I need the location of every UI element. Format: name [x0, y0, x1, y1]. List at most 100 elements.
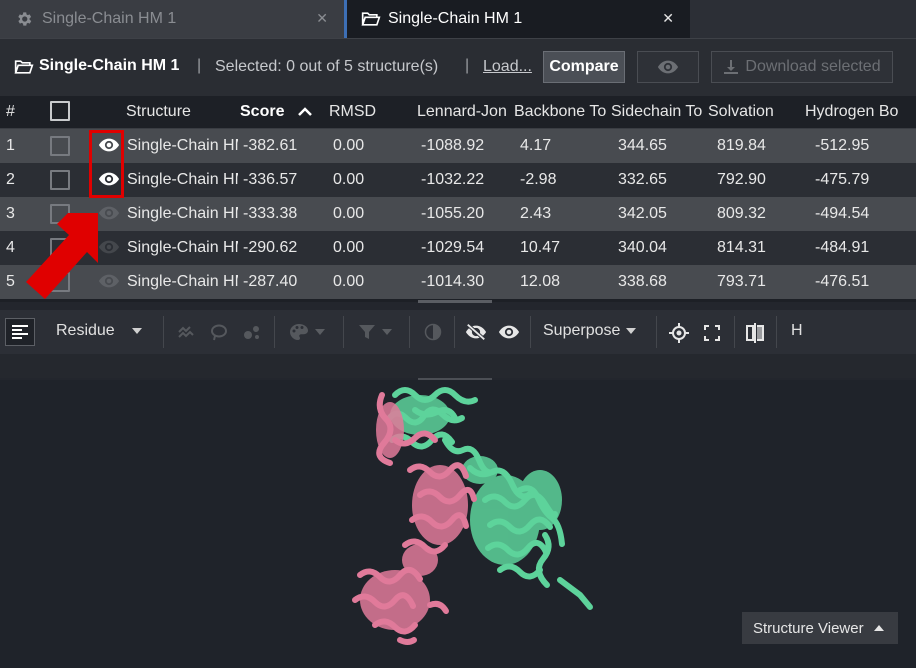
- rmsd-value: 0.00: [333, 171, 365, 188]
- show-selected-button[interactable]: [637, 51, 699, 83]
- chevron-up-icon: [873, 625, 884, 631]
- eye-icon: [657, 59, 679, 75]
- score-value: -287.40: [243, 273, 298, 290]
- structure-name: Single-Chain HM 1: [127, 239, 238, 256]
- backbone-torsion-value: 10.47: [520, 239, 561, 256]
- panel-toggle-button[interactable]: [5, 318, 35, 346]
- divider: [776, 316, 777, 348]
- column-header-hydrogen-bond[interactable]: Hydrogen Bo: [805, 103, 898, 121]
- tab-single-chain-hm-1-inactive[interactable]: Single-Chain HM 1 ✕: [0, 0, 344, 38]
- superpose-label: Superpose: [543, 322, 621, 339]
- solvation-value: 809.32: [717, 205, 766, 222]
- column-header-solvation[interactable]: Solvation: [708, 103, 774, 121]
- gear-icon: [15, 10, 33, 28]
- panel-resize-divider[interactable]: [0, 354, 916, 381]
- structure-name: Single-Chain HM 1: [127, 171, 238, 188]
- eye-icon[interactable]: [498, 324, 520, 340]
- divider: [454, 316, 455, 348]
- structure-name: Single-Chain HM 1: [127, 205, 238, 222]
- color-by-label: Residue: [56, 322, 115, 339]
- column-header-backbone-torsion[interactable]: Backbone To: [514, 103, 608, 121]
- select-all-checkbox[interactable]: [50, 101, 70, 121]
- table-row[interactable]: 4 Single-Chain HM 1 -290.62 0.00 -1029.5…: [0, 231, 916, 265]
- close-icon[interactable]: ✕: [316, 10, 328, 27]
- structure-viewer-button[interactable]: Structure Viewer: [742, 612, 898, 644]
- table-row[interactable]: 2 Single-Chain HM 1 -336.57 0.00 -1032.2…: [0, 163, 916, 197]
- hydrogens-toggle[interactable]: H: [791, 322, 803, 340]
- structure-viewer[interactable]: Structure Viewer: [0, 380, 916, 668]
- results-table: # Structure Score RMSD Lennard-Jon Backb…: [0, 96, 916, 302]
- compare-button[interactable]: Compare: [543, 51, 625, 83]
- rmsd-value: 0.00: [333, 273, 365, 290]
- close-icon[interactable]: ✕: [662, 10, 674, 27]
- row-index: 1: [6, 137, 15, 154]
- chevron-down-icon: [315, 329, 325, 335]
- folder-open-icon: [14, 58, 34, 76]
- annotation-arrow: [26, 213, 98, 299]
- folder-open-icon: [361, 10, 381, 28]
- fullscreen-icon[interactable]: [704, 325, 720, 341]
- solvation-value: 819.84: [717, 137, 766, 154]
- row-checkbox[interactable]: [50, 170, 70, 190]
- hydrogen-bond-value: -484.91: [815, 239, 870, 256]
- tab-single-chain-hm-1-active[interactable]: Single-Chain HM 1 ✕: [344, 0, 690, 38]
- rmsd-value: 0.00: [333, 239, 365, 256]
- split-view-icon[interactable]: [745, 323, 765, 343]
- filter-icon: [358, 323, 376, 341]
- table-row[interactable]: 1 Single-Chain HM 1 -382.61 0.00 -1088.9…: [0, 129, 916, 163]
- contrast-icon[interactable]: [424, 323, 442, 341]
- molecule-icon[interactable]: [243, 323, 261, 341]
- palette-icon: [289, 323, 309, 341]
- divider: [734, 316, 735, 348]
- structure-viewer-label: Structure Viewer: [753, 619, 864, 637]
- table-row[interactable]: 5 Single-Chain HM 1 -287.40 0.00 -1014.3…: [0, 265, 916, 299]
- column-header-index: #: [6, 103, 15, 120]
- sidechain-torsion-value: 332.65: [618, 171, 667, 188]
- selection-status: Selected: 0 out of 5 structure(s): [215, 58, 439, 75]
- lennard-jones-value: -1032.22: [421, 171, 485, 188]
- lennard-jones-value: -1029.54: [421, 239, 485, 256]
- lennard-jones-value: -1014.30: [421, 273, 485, 290]
- download-icon: [723, 59, 745, 75]
- hydrogen-bond-value: -475.79: [815, 171, 870, 188]
- row-checkbox[interactable]: [50, 136, 70, 156]
- column-header-sidechain-torsion[interactable]: Sidechain To: [611, 103, 707, 121]
- sort-ascending-icon[interactable]: [297, 105, 313, 117]
- lasso-icon[interactable]: [210, 323, 228, 341]
- table-horizontal-scrollbar[interactable]: [418, 300, 492, 303]
- align-left-icon: [12, 325, 28, 339]
- backbone-torsion-value: -2.98: [520, 171, 557, 188]
- tab-label: Single-Chain HM 1: [388, 10, 523, 27]
- ribbon-style-icon[interactable]: [177, 323, 195, 341]
- solvation-value: 814.31: [717, 239, 766, 256]
- download-label: Download selected: [745, 58, 881, 75]
- table-row[interactable]: 3 Single-Chain HM 1 -333.38 0.00 -1055.2…: [0, 197, 916, 231]
- load-link[interactable]: Load...: [483, 58, 532, 76]
- column-header-score[interactable]: Score: [240, 103, 284, 121]
- column-header-lennard-jones[interactable]: Lennard-Jon: [417, 103, 510, 121]
- color-by-dropdown[interactable]: Residue: [56, 322, 142, 340]
- viewer-toolbar: Residue Superpose H: [0, 310, 916, 354]
- eye-off-icon[interactable]: [465, 323, 487, 341]
- column-header-rmsd[interactable]: RMSD: [329, 103, 376, 121]
- column-header-structure[interactable]: Structure: [126, 103, 191, 121]
- divider: [163, 316, 164, 348]
- download-selected-button[interactable]: Download selected: [711, 51, 893, 83]
- chevron-down-icon: [131, 328, 142, 334]
- separator: |: [465, 57, 470, 74]
- row-index: 5: [6, 273, 15, 290]
- chevron-down-icon: [382, 329, 392, 335]
- divider: [409, 316, 410, 348]
- divider: [530, 316, 531, 348]
- score-value: -382.61: [243, 137, 298, 154]
- center-target-icon[interactable]: [669, 323, 689, 343]
- superpose-dropdown[interactable]: Superpose: [543, 322, 637, 340]
- structure-name: Single-Chain HM 1: [127, 273, 238, 290]
- divider: [274, 316, 275, 348]
- filter-dropdown[interactable]: [358, 323, 392, 341]
- solvation-value: 793.71: [717, 273, 766, 290]
- lennard-jones-value: -1088.92: [421, 137, 485, 154]
- palette-dropdown[interactable]: [289, 323, 325, 341]
- lennard-jones-value: -1055.20: [421, 205, 485, 222]
- row-index: 3: [6, 205, 15, 222]
